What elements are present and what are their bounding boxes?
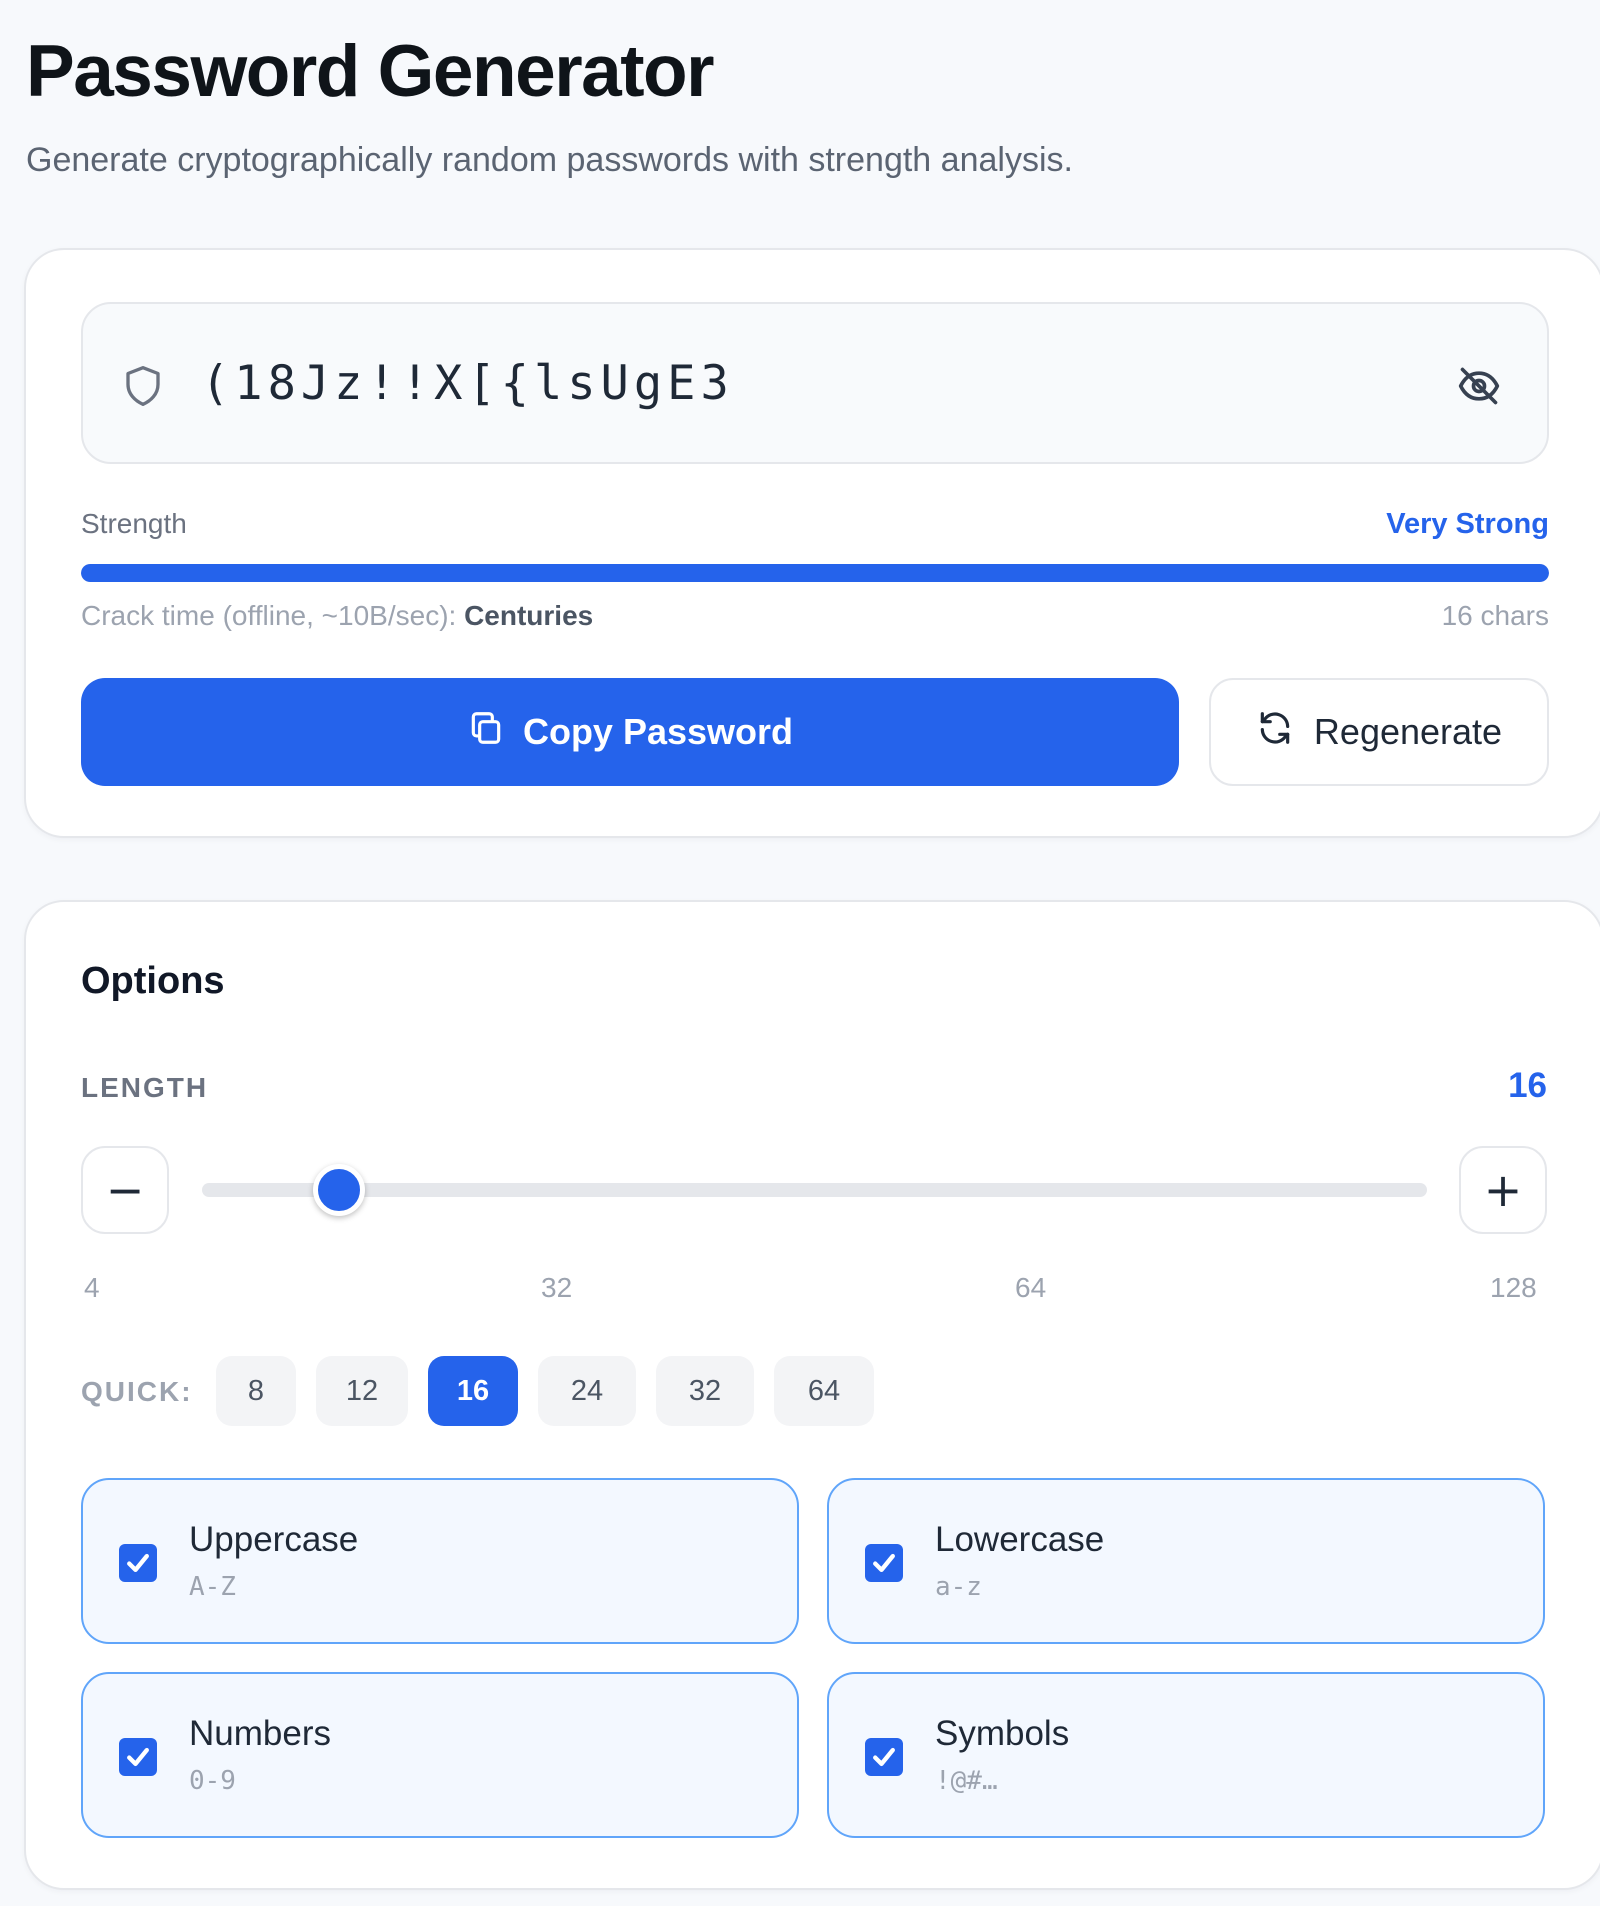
- password-text: (18Jz!!X[{lsUgE3: [201, 356, 734, 411]
- regenerate-button[interactable]: Regenerate: [1209, 678, 1549, 786]
- crack-time: Crack time (offline, ~10B/sec): Centurie…: [81, 600, 593, 632]
- length-label: LENGTH: [81, 1072, 209, 1103]
- charset-numbers[interactable]: Numbers 0-9: [81, 1672, 799, 1838]
- refresh-icon: [1256, 709, 1294, 756]
- charset-range: !@#…: [935, 1766, 998, 1796]
- password-generator-page: Password Generator Generate cryptographi…: [0, 0, 1600, 1906]
- charset-symbols[interactable]: Symbols !@#…: [827, 1672, 1545, 1838]
- length-slider-thumb[interactable]: [312, 1164, 365, 1216]
- password-display[interactable]: (18Jz!!X[{lsUgE3: [81, 302, 1549, 464]
- slider-tick: 32: [541, 1272, 573, 1303]
- slider-tick: 4: [84, 1272, 100, 1303]
- checkbox[interactable]: [865, 1544, 903, 1582]
- page-subtitle: Generate cryptographically random passwo…: [26, 141, 1073, 179]
- length-value: 16: [1508, 1066, 1547, 1105]
- copy-password-label: Copy Password: [522, 711, 794, 752]
- eye-off-icon[interactable]: [1457, 364, 1501, 408]
- quick-preset-32[interactable]: 32: [656, 1356, 754, 1426]
- quick-preset-64[interactable]: 64: [774, 1356, 874, 1426]
- crack-time-label: Crack time (offline, ~10B/sec):: [81, 600, 457, 631]
- strength-row: Strength Very Strong: [81, 508, 1549, 548]
- charset-name: Lowercase: [935, 1520, 1105, 1559]
- charset-name: Symbols: [935, 1714, 1070, 1753]
- char-count: 16 chars: [1441, 600, 1549, 631]
- generator-card: (18Jz!!X[{lsUgE3 Strength Very Strong Cr…: [24, 248, 1600, 838]
- quick-preset-24[interactable]: 24: [538, 1356, 636, 1426]
- charset-range: a-z: [935, 1572, 982, 1602]
- regenerate-label: Regenerate: [1313, 711, 1503, 752]
- charset-range: A-Z: [189, 1572, 236, 1602]
- options-title: Options: [81, 960, 225, 1002]
- strength-meter: [81, 564, 1549, 582]
- copy-password-button[interactable]: Copy Password: [81, 678, 1179, 786]
- strength-label: Strength: [81, 508, 187, 539]
- charset-name: Uppercase: [189, 1520, 359, 1559]
- options-card: Options LENGTH 16 − + 4 32 64 128 QUICK:…: [24, 900, 1600, 1890]
- length-slider-track[interactable]: [202, 1183, 1427, 1197]
- charset-range: 0-9: [189, 1766, 236, 1796]
- crack-time-row: Crack time (offline, ~10B/sec): Centurie…: [81, 600, 1549, 640]
- quick-preset-16[interactable]: 16: [428, 1356, 518, 1426]
- shield-icon: [123, 364, 163, 408]
- checkbox[interactable]: [865, 1738, 903, 1776]
- charset-name: Numbers: [189, 1714, 331, 1753]
- crack-time-value: Centuries: [464, 600, 594, 631]
- strength-value: Very Strong: [1386, 508, 1549, 540]
- quick-presets-label: QUICK:: [81, 1376, 193, 1407]
- quick-preset-8[interactable]: 8: [216, 1356, 296, 1426]
- checkbox[interactable]: [119, 1544, 157, 1582]
- slider-tick: 128: [1490, 1272, 1537, 1303]
- checkbox[interactable]: [119, 1738, 157, 1776]
- increment-length-button[interactable]: +: [1459, 1146, 1547, 1234]
- copy-icon: [467, 709, 505, 756]
- slider-tick: 64: [1015, 1272, 1047, 1303]
- charset-uppercase[interactable]: Uppercase A-Z: [81, 1478, 799, 1644]
- page-title: Password Generator: [26, 31, 715, 112]
- decrement-length-button[interactable]: −: [81, 1146, 169, 1234]
- strength-meter-fill: [81, 564, 1549, 582]
- quick-preset-12[interactable]: 12: [316, 1356, 408, 1426]
- charset-lowercase[interactable]: Lowercase a-z: [827, 1478, 1545, 1644]
